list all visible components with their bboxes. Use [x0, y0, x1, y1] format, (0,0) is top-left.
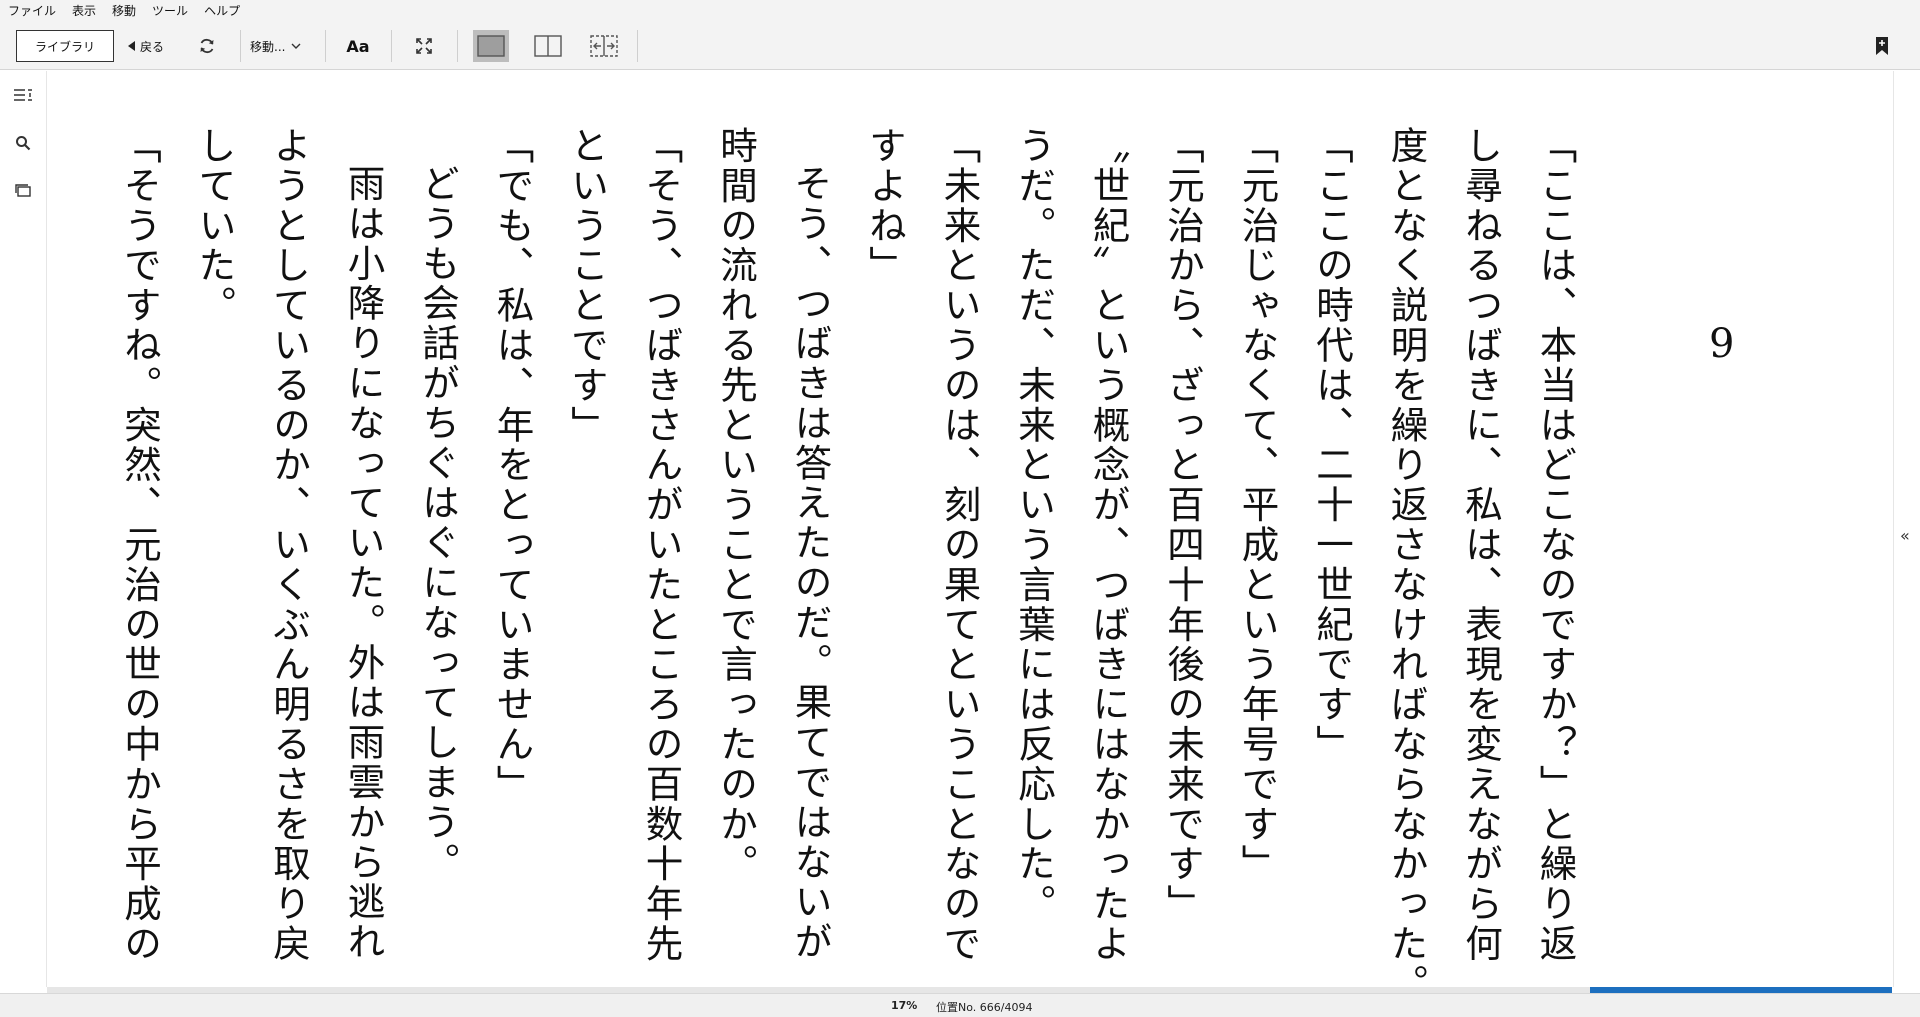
right-sidebar: « [1893, 71, 1920, 987]
toolbar-divider [637, 30, 638, 62]
font-settings-button[interactable]: Aa [343, 30, 373, 62]
text-line: 「そう、つばきさんがいたところの百数十年先 [639, 126, 683, 964]
text-line: うだ。ただ、未来という言葉には反応した。 [1011, 126, 1056, 924]
text-line: 「でも、私は、年をとっていません」 [490, 126, 534, 805]
book-page-text: 「ここは、本当はどこなのですか？」と繰り返 し尋ねるつばきに、私は、表現を変えなが… [102, 126, 1592, 1006]
toolbar: ライブラリ 戻る 移動... Aa [0, 22, 1920, 70]
text-line: ということです」 [564, 126, 609, 446]
fullscreen-icon [415, 37, 433, 55]
back-label: 戻る [140, 39, 165, 54]
scroll-layout-button[interactable] [586, 30, 622, 62]
text-line: 「ここは、本当はどこなのですか？」と繰り返 [1533, 126, 1577, 964]
sync-button[interactable] [192, 30, 222, 62]
toolbar-divider [457, 30, 458, 62]
text-line: すよね」 [862, 126, 907, 286]
text-line: 雨は小降りになっていた。外は雨雲から逃れ [341, 163, 385, 962]
two-page-icon [534, 35, 562, 57]
text-line: 「元治じゃなくて、平成という年号です」 [1235, 126, 1279, 885]
back-arrow-icon [126, 40, 136, 52]
menu-tools[interactable]: ツール [144, 0, 196, 22]
text-line: どうも会話がちぐはぐになってしまう。 [415, 163, 460, 882]
menu-view[interactable]: 表示 [64, 0, 104, 22]
go-to-dropdown[interactable]: 移動... [250, 30, 301, 62]
text-line: し尋ねるつばきに、私は、表現を変えながら何 [1458, 126, 1503, 964]
expand-panel-icon[interactable]: « [1900, 526, 1910, 545]
back-button[interactable]: 戻る [126, 30, 164, 62]
single-page-icon [477, 35, 505, 57]
text-line: 「そうですね。突然、元治の世の中から平成の [117, 126, 162, 964]
menu-go[interactable]: 移動 [104, 0, 144, 22]
text-line: 「元治から、ざっと百四十年後の未来です」 [1160, 126, 1205, 924]
sync-icon [198, 37, 216, 55]
flashcards-icon[interactable] [11, 178, 35, 202]
reading-pane[interactable]: 9 「ここは、本当はどこなのですか？」と繰り返 し尋ねるつばきに、私は、表現を変え… [47, 71, 1892, 1004]
toolbar-divider [325, 30, 326, 62]
toolbar-divider [391, 30, 392, 62]
text-line: そう、つばきは答えたのだ。果てではないが [788, 163, 832, 962]
progress-percent: 17% [891, 999, 918, 1012]
two-page-layout-button[interactable] [530, 30, 566, 62]
chevron-down-icon [291, 42, 301, 50]
scroll-layout-icon [590, 35, 618, 57]
toolbar-divider [240, 30, 241, 62]
single-page-layout-button[interactable] [473, 30, 509, 62]
location-indicator: 位置No. 666/4094 [936, 1001, 1033, 1014]
text-line: 「ここの時代は、二十一世紀です」 [1309, 126, 1354, 765]
left-sidebar [0, 71, 47, 987]
fullscreen-button[interactable] [409, 30, 439, 62]
text-line: ようとしているのか、いくぶん明るさを取り戻 [266, 126, 311, 964]
menu-help[interactable]: ヘルプ [196, 0, 248, 22]
add-bookmark-button[interactable] [1868, 30, 1896, 62]
text-line: 〝世紀〟という概念が、つばきにはなかったよ [1086, 126, 1130, 964]
text-line: 時間の流れる先ということで言ったのか。 [713, 126, 758, 885]
bookmark-icon [1875, 36, 1889, 56]
chapter-number: 9 [1709, 321, 1735, 367]
text-line: していた。 [192, 126, 236, 326]
text-line: 度となく説明を繰り返さなければならなかった。 [1384, 126, 1428, 1004]
table-of-contents-icon[interactable] [11, 83, 35, 107]
menu-file[interactable]: ファイル [0, 0, 64, 22]
menu-bar: ファイル 表示 移動 ツール ヘルプ [0, 0, 1920, 22]
library-button[interactable]: ライブラリ [16, 30, 114, 62]
search-icon[interactable] [11, 131, 35, 155]
go-to-label: 移動... [250, 39, 286, 54]
text-line: 「未来というのは、刻の果てということなので [937, 126, 981, 964]
status-bar: 17% 位置No. 666/4094 [0, 993, 1920, 1017]
